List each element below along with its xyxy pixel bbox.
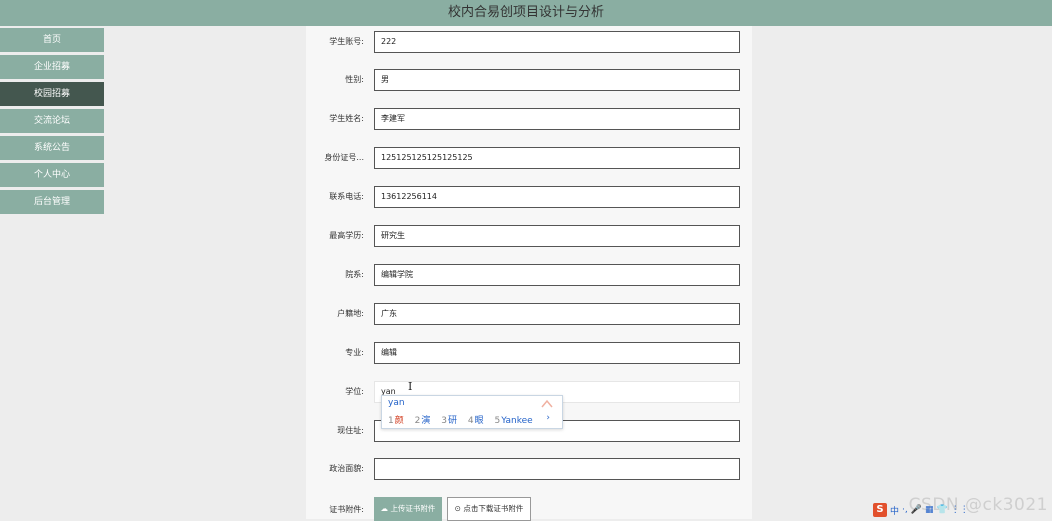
toolbox-icon[interactable]: ⋮⋮ (951, 505, 969, 515)
punctuation-icon[interactable]: ·, (902, 505, 908, 515)
form-row-student-name: 学生姓名: 李建军 (306, 108, 752, 130)
field-label: 性别: (345, 75, 364, 84)
sidebar-item-announcements[interactable]: 系统公告 (0, 136, 104, 160)
sogou-logo-icon[interactable]: S (873, 503, 887, 517)
major-input[interactable]: 编辑 (374, 342, 740, 364)
ime-candidate[interactable]: 2演 (415, 416, 431, 426)
sidebar-item-home[interactable]: 首页 (0, 28, 104, 52)
ime-next-page-icon[interactable]: › (546, 413, 550, 423)
sidebar-item-profile[interactable]: 个人中心 (0, 163, 104, 187)
form-panel: 学生账号: 222 性别: 男 学生姓名: 李建军 身份证号... 125125… (306, 26, 752, 521)
sidebar-nav: 首页 企业招募 校园招募 交流论坛 系统公告 个人中心 后台管理 (0, 28, 104, 217)
education-input[interactable]: 研究生 (374, 225, 740, 247)
ime-candidate[interactable]: 1颜 (388, 416, 404, 426)
sidebar-item-company-recruit[interactable]: 企业招募 (0, 55, 104, 79)
upload-icon: ☁ (380, 504, 389, 513)
form-row-id-number: 身份证号... 125125125125125125 (306, 147, 752, 169)
form-row-student-account: 学生账号: 222 (306, 31, 752, 53)
phone-input[interactable]: 13612256114 (374, 186, 740, 208)
sidebar-item-forum[interactable]: 交流论坛 (0, 109, 104, 133)
sidebar-item-admin[interactable]: 后台管理 (0, 190, 104, 214)
department-input[interactable]: 编辑学院 (374, 264, 740, 286)
gender-input[interactable]: 男 (374, 69, 740, 91)
download-icon: ⊙ (454, 504, 461, 513)
form-row-hometown: 户籍地: 广东 (306, 303, 752, 325)
form-row-education: 最高学历: 研究生 (306, 225, 752, 247)
field-label: 专业: (345, 348, 364, 357)
hometown-input[interactable]: 广东 (374, 303, 740, 325)
field-label: 最高学历: (329, 231, 364, 240)
ime-candidate[interactable]: 5Yankee (495, 416, 533, 426)
page-header: 校内合易创项目设计与分析 (0, 0, 1052, 26)
field-label: 联系电话: (329, 192, 364, 201)
student-account-input[interactable]: 222 (374, 31, 740, 53)
field-label: 现住址: (337, 426, 364, 435)
field-label: 户籍地: (337, 309, 364, 318)
field-label: 学位: (345, 387, 364, 396)
form-row-department: 院系: 编辑学院 (306, 264, 752, 286)
form-row-major: 专业: 编辑 (306, 342, 752, 364)
ime-candidate-popup: yan 1颜 2演 3研 4眼 5Yankee › (381, 395, 563, 429)
skin-icon[interactable]: 👕 (936, 505, 947, 515)
site-title: 校内合易创项目设计与分析 (447, 5, 604, 20)
form-row-political-status: 政治面貌: (306, 458, 752, 480)
text-cursor-icon: I (408, 380, 413, 393)
field-label: 身份证号... (324, 153, 364, 162)
microphone-icon[interactable]: 🎤 (911, 505, 922, 515)
student-name-input[interactable]: 李建军 (374, 108, 740, 130)
sidebar-item-campus-recruit[interactable]: 校园招募 (0, 82, 104, 106)
ime-candidate[interactable]: 3研 (441, 416, 457, 426)
form-row-gender: 性别: 男 (306, 69, 752, 91)
ime-candidate[interactable]: 4眼 (468, 416, 484, 426)
ime-candidate-list: 1颜 2演 3研 4眼 5Yankee (388, 413, 541, 426)
ime-logo-icon (541, 399, 553, 408)
field-label: 政治面貌: (329, 464, 364, 473)
id-number-input[interactable]: 125125125125125125 (374, 147, 740, 169)
ime-mode-toggle[interactable]: 中 (890, 504, 899, 517)
form-row-phone: 联系电话: 13612256114 (306, 186, 752, 208)
keyboard-icon[interactable]: ▦ (925, 505, 934, 515)
field-label: 学生姓名: (329, 114, 364, 123)
ime-status-bar: S 中 ·, 🎤 ▦ 👕 ⋮⋮ (873, 503, 969, 517)
political-status-input[interactable] (374, 458, 740, 480)
ime-composition: yan (388, 398, 405, 408)
download-certificate-button[interactable]: ⊙ 点击下载证书附件 (447, 497, 531, 521)
field-label: 学生账号: (329, 37, 364, 46)
field-label: 证书附件: (329, 505, 364, 514)
upload-certificate-button[interactable]: ☁ 上传证书附件 (374, 497, 442, 521)
field-label: 院系: (345, 270, 364, 279)
